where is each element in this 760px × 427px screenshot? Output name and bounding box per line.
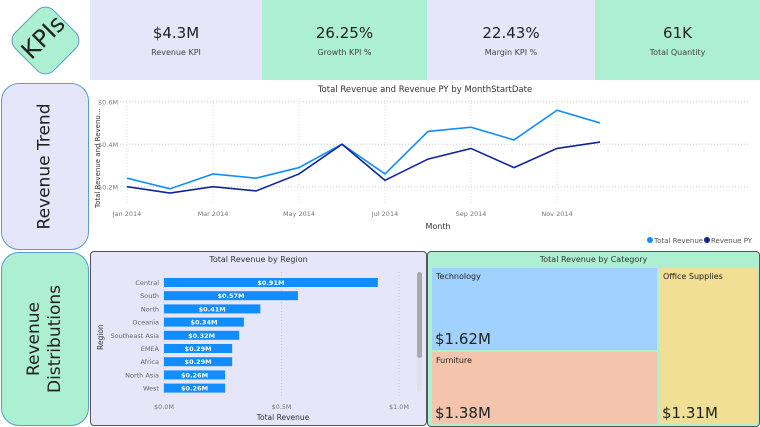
treemap-tile-technology[interactable]: Technology $1.62M [432, 268, 657, 350]
section-revenue-distributions: Revenue Distributions [1, 252, 89, 426]
x-tick-label: Jul 2014 [371, 210, 398, 218]
x-tick-label: $0.0M [154, 403, 174, 411]
category-label: Oceania [132, 319, 159, 327]
section-label-line2: Distributions [45, 284, 66, 394]
category-label: South [140, 292, 159, 300]
tile-value: $1.31M [662, 404, 718, 422]
series-line-total-revenue[interactable] [126, 109, 601, 190]
kpi-label: Growth KPI % [317, 47, 372, 57]
data-label: $0.57M [217, 292, 244, 300]
chart-title: Total Revenue and Revenue PY by MonthSta… [317, 85, 532, 95]
y-tick-label: $0.4M [98, 141, 118, 149]
series-line-revenue-py[interactable] [126, 141, 601, 194]
y-tick-label: $0.2M [98, 184, 118, 192]
kpi-value: 61K [663, 23, 692, 42]
y-axis-title: Total Revenue and Revenu... [94, 108, 102, 209]
tile-label: Technology [436, 272, 481, 281]
legend-marker [704, 237, 710, 243]
x-axis-title: Month [425, 222, 450, 231]
legend-label: Total Revenue [653, 237, 703, 245]
data-label: $0.91M [257, 279, 284, 287]
kpi-label: Revenue KPI [151, 47, 201, 57]
kpi-value: 22.43% [482, 23, 540, 42]
category-label: Central [135, 279, 159, 287]
y-axis-title: Region [96, 324, 105, 350]
kpi-label: Margin KPI % [484, 47, 538, 57]
treemap-tile-furniture[interactable]: Furniture $1.38M [432, 352, 657, 424]
category-label: West [143, 385, 159, 393]
tile-label: Office Supplies [663, 272, 723, 281]
data-label: $0.29M [185, 358, 212, 366]
category-label: North [141, 305, 159, 313]
tile-value: $1.38M [435, 404, 491, 422]
legend-marker [647, 237, 653, 243]
data-label: $0.26M [181, 371, 208, 379]
x-tick-label: Mar 2014 [198, 210, 229, 218]
x-tick-label: $1.0M [389, 403, 409, 411]
x-tick-label: Jan 2014 [112, 210, 142, 218]
category-treemap-panel: Total Revenue by Category Technology $1.6… [427, 251, 760, 427]
category-label: EMEA [141, 345, 160, 353]
category-label: Africa [140, 358, 159, 366]
x-tick-label: Nov 2014 [541, 210, 572, 218]
chart-title: Total Revenue by Category [539, 255, 648, 264]
data-label: $0.32M [188, 332, 215, 340]
section-revenue-trend: Revenue Trend [1, 83, 89, 250]
x-axis-title: Total Revenue [256, 413, 310, 422]
y-tick-label: $0.6M [98, 99, 118, 107]
data-label: $0.29M [185, 345, 212, 353]
kpi-card-revenue: $4.3M Revenue KPI [90, 0, 262, 80]
data-label: $0.26M [181, 385, 208, 393]
kpi-card-growth: 26.25% Growth KPI % [262, 0, 427, 80]
section-label: Revenue Trend [34, 103, 55, 230]
section-label: Revenue Distributions [24, 285, 66, 393]
kpi-card-quantity: 61K Total Quantity [595, 0, 760, 80]
x-tick-label: Sep 2014 [456, 210, 487, 218]
kpi-label: Total Quantity [649, 47, 706, 57]
x-tick-label: $0.5M [271, 403, 291, 411]
region-bar-chart[interactable]: Region Total Revenue $0.0M $0.5M $1.0M Cent… [90, 250, 420, 427]
category-label: Southeast Asia [111, 332, 160, 340]
section-label-line1: Revenue [24, 301, 45, 377]
tile-value: $1.62M [435, 330, 491, 348]
line-chart[interactable]: Total Revenue and Revenue PY by MonthSta… [90, 80, 760, 250]
treemap-tile-office-supplies[interactable]: Office Supplies $1.31M [659, 268, 757, 424]
data-label: $0.34M [190, 319, 217, 327]
kpi-card-margin: 22.43% Margin KPI % [427, 0, 595, 80]
category-label: North Asia [125, 371, 159, 379]
kpi-value: 26.25% [315, 23, 374, 42]
tile-label: Furniture [436, 356, 472, 365]
x-tick-label: May 2014 [283, 210, 315, 218]
kpi-value: $4.3M [152, 23, 200, 42]
legend-label: Revenue PY [711, 237, 753, 245]
data-label: $0.41M [199, 305, 226, 313]
